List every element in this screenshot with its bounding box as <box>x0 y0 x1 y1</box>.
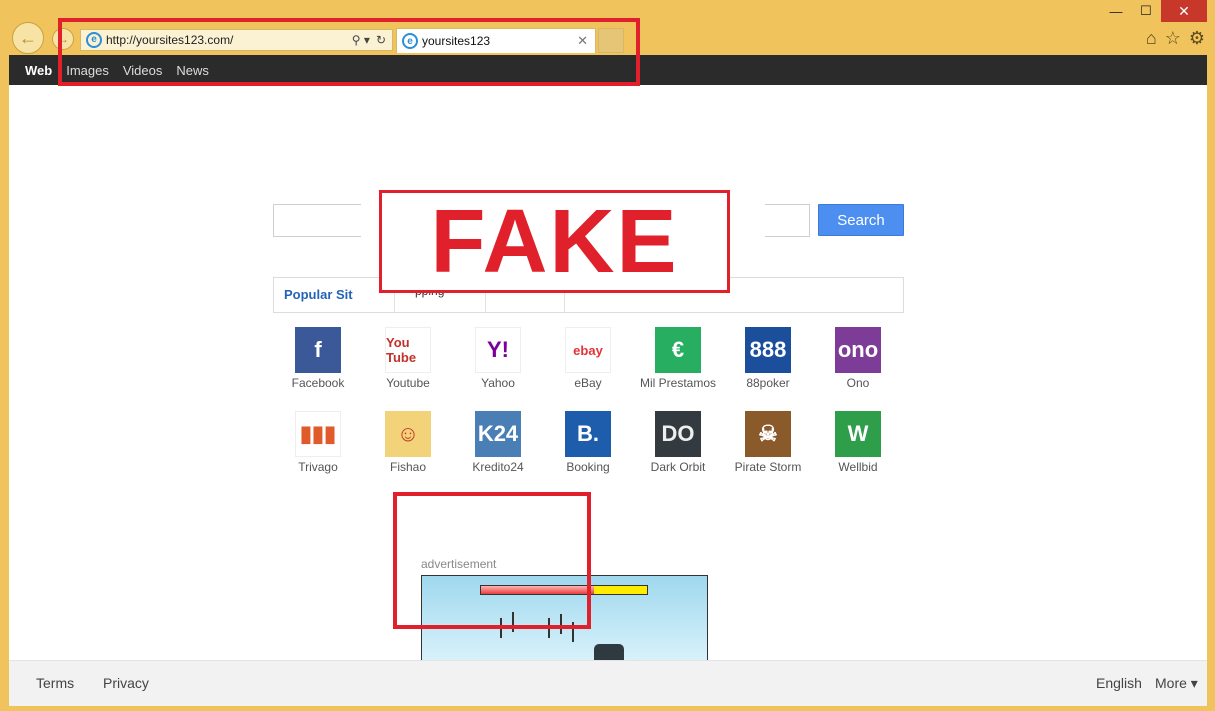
site-label: Facebook <box>291 376 345 390</box>
site-label: eBay <box>574 376 602 390</box>
search-button[interactable]: Search <box>818 204 904 236</box>
site-tile[interactable]: K24 Kredito24 <box>453 411 543 495</box>
address-url[interactable]: http://yoursites123.com/ <box>106 33 352 47</box>
site-tile[interactable]: Y! Yahoo <box>453 327 543 411</box>
site-logo-icon: W <box>835 411 881 457</box>
browser-tools: ⌂ ☆ ⚙ <box>1146 28 1205 49</box>
footer-terms-link[interactable]: Terms <box>36 675 74 691</box>
sites-row: f Facebook You Tube Youtube Y! Yahoo ebay eBay €… <box>273 327 903 411</box>
game-mark <box>512 612 514 632</box>
site-label: Dark Orbit <box>650 460 706 474</box>
new-tab-button[interactable] <box>598 28 624 53</box>
search-input[interactable] <box>273 204 361 237</box>
site-label: Fishao <box>389 460 427 474</box>
site-tile[interactable]: W Wellbid <box>813 411 903 495</box>
home-icon[interactable]: ⌂ <box>1146 28 1157 49</box>
site-tile[interactable]: ▮▮▮ Trivago <box>273 411 363 495</box>
star-icon[interactable]: ☆ <box>1165 28 1181 49</box>
site-logo-icon: Y! <box>475 327 521 373</box>
site-tile[interactable]: ebay eBay <box>543 327 633 411</box>
back-arrow-icon: ← <box>19 27 37 48</box>
game-mark <box>500 618 502 638</box>
site-logo-icon: 888 <box>745 327 791 373</box>
site-logo-icon: ☺ <box>385 411 431 457</box>
site-tile[interactable]: B. Booking <box>543 411 633 495</box>
search-input-end[interactable] <box>765 204 810 237</box>
site-logo-icon: f <box>295 327 341 373</box>
site-tile[interactable]: f Facebook <box>273 327 363 411</box>
forward-button[interactable]: → <box>52 28 74 50</box>
advertisement-label: advertisement <box>421 557 497 571</box>
site-tile[interactable]: You Tube Youtube <box>363 327 453 411</box>
health-bar-fill <box>481 586 594 594</box>
back-button[interactable]: ← <box>12 22 44 54</box>
search-dropdown-icon[interactable]: ⚲ ▾ <box>352 33 370 47</box>
site-logo-icon: ☠ <box>745 411 791 457</box>
game-mark <box>560 614 562 634</box>
popular-sites-grid: f Facebook You Tube Youtube Y! Yahoo ebay eBay €… <box>273 327 903 495</box>
tab-close-icon[interactable]: ✕ <box>577 33 588 49</box>
ie-icon: e <box>86 32 102 48</box>
site-logo-icon: You Tube <box>385 327 431 373</box>
browser-tab[interactable]: e yoursites123 ✕ <box>396 28 596 53</box>
top-nav: Web Images Videos News <box>9 55 1207 85</box>
site-logo-icon: ▮▮▮ <box>295 411 341 457</box>
site-label: Trivago <box>298 460 338 474</box>
site-label: 88poker <box>746 376 790 390</box>
minimize-button[interactable]: — <box>1101 0 1131 22</box>
tab-popular-sites[interactable]: Popular Sit <box>284 287 362 302</box>
game-mark <box>572 622 574 642</box>
site-label: Kredito24 <box>472 460 524 474</box>
window-controls: — ☐ ✕ <box>1101 0 1207 22</box>
nav-images[interactable]: Images <box>66 63 109 78</box>
site-label: Youtube <box>386 376 430 390</box>
fake-label: FAKE <box>430 191 679 292</box>
site-logo-icon: B. <box>565 411 611 457</box>
forward-arrow-icon: → <box>57 32 69 46</box>
close-window-button[interactable]: ✕ <box>1161 0 1207 22</box>
site-tile[interactable]: ono Ono <box>813 327 903 411</box>
site-label: Mil Prestamos <box>639 376 716 390</box>
site-tile[interactable]: DO Dark Orbit <box>633 411 723 495</box>
footer-language-link[interactable]: English <box>1096 675 1142 691</box>
site-logo-icon: ono <box>835 327 881 373</box>
site-tile[interactable]: € Mil Prestamos <box>633 327 723 411</box>
footer: Terms Privacy English More ▾ <box>9 660 1207 706</box>
sites-row: ▮▮▮ Trivago ☺ Fishao K24 Kredito24 B. Booking DO… <box>273 411 903 495</box>
browser-window: — ☐ ✕ ← → e http://yoursites123.com/ ⚲ ▾… <box>0 0 1215 711</box>
site-logo-icon: DO <box>655 411 701 457</box>
refresh-icon[interactable]: ↻ <box>376 33 386 47</box>
site-label: Booking <box>566 460 610 474</box>
site-tile[interactable]: ☠ Pirate Storm <box>723 411 813 495</box>
site-tile[interactable]: ☺ Fishao <box>363 411 453 495</box>
gear-icon[interactable]: ⚙ <box>1189 28 1205 49</box>
game-mark <box>548 618 550 638</box>
fake-stamp: FAKE <box>379 190 730 293</box>
site-label: Wellbid <box>838 460 878 474</box>
footer-privacy-link[interactable]: Privacy <box>103 675 149 691</box>
ie-tab-icon: e <box>402 33 418 49</box>
site-logo-icon: K24 <box>475 411 521 457</box>
nav-news[interactable]: News <box>176 63 209 78</box>
nav-web[interactable]: Web <box>25 63 52 78</box>
health-bar <box>480 585 648 595</box>
nav-videos[interactable]: Videos <box>123 63 163 78</box>
site-logo-icon: € <box>655 327 701 373</box>
footer-more-menu[interactable]: More ▾ <box>1155 675 1198 692</box>
maximize-button[interactable]: ☐ <box>1131 0 1161 22</box>
page-content: Web Images Videos News Search Popular Si… <box>9 55 1207 706</box>
site-label: Ono <box>846 376 870 390</box>
site-label: Yahoo <box>481 376 515 390</box>
site-label: Pirate Storm <box>734 460 802 474</box>
tab-title: yoursites123 <box>422 34 491 48</box>
site-logo-icon: ebay <box>565 327 611 373</box>
address-bar[interactable]: e http://yoursites123.com/ ⚲ ▾ ↻ <box>80 29 393 51</box>
site-tile[interactable]: 888 88poker <box>723 327 813 411</box>
